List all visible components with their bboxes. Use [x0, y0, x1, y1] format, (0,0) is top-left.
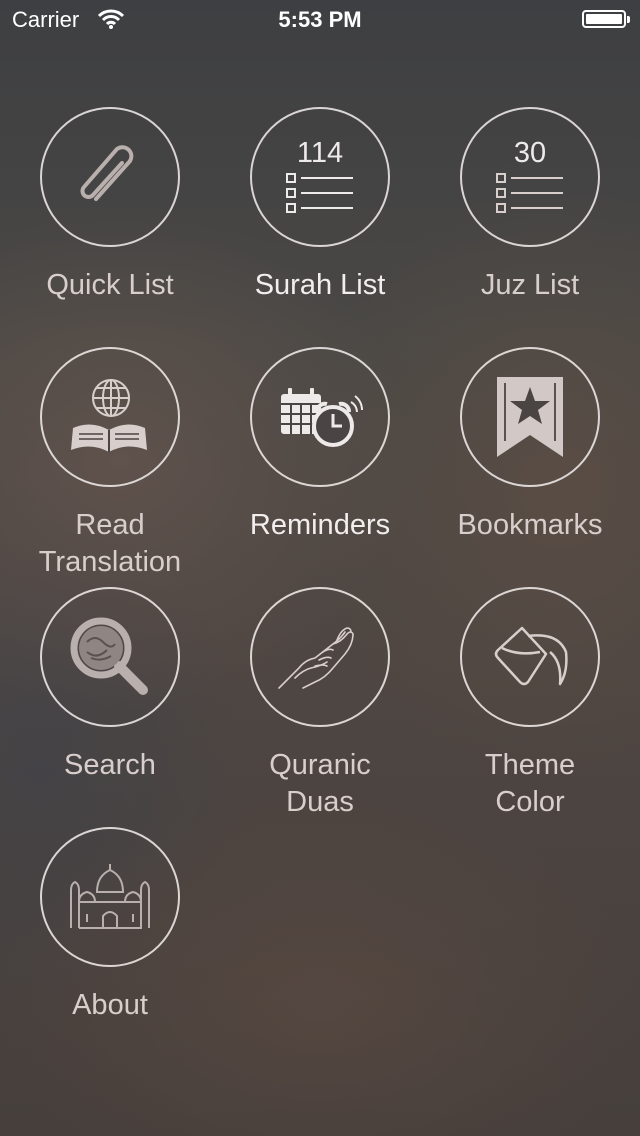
surah-list-button[interactable]: 114	[250, 107, 390, 247]
menu-surah-list[interactable]: 114 Surah List	[215, 107, 425, 304]
menu-juz-list[interactable]: 30 Juz List	[425, 107, 635, 304]
menu-bookmarks[interactable]: Bookmarks	[425, 347, 635, 544]
search-button[interactable]	[40, 587, 180, 727]
menu-label: Bookmarks	[457, 509, 603, 541]
juz-count: 30	[513, 137, 547, 169]
menu-label: Theme Color	[484, 749, 576, 818]
status-time: 5:53 PM	[278, 7, 362, 32]
menu-label: Read Translation	[38, 509, 182, 578]
paperclip-icon	[80, 145, 134, 201]
read-translation-button[interactable]	[40, 347, 180, 487]
list-icon	[496, 173, 563, 213]
menu-quick-list[interactable]: Quick List	[5, 107, 215, 304]
menu-read-translation[interactable]: Read Translation	[5, 347, 215, 581]
paint-bucket-icon	[494, 626, 568, 686]
menu-about[interactable]: About	[5, 827, 215, 1024]
praying-hands-icon	[278, 627, 354, 689]
globe-book-icon	[71, 379, 147, 452]
menu-label: About	[72, 989, 148, 1021]
menu-quranic-duas[interactable]: Quranic Duas	[215, 587, 425, 821]
menu-label: Search	[64, 749, 156, 781]
surah-count: 114	[296, 137, 344, 169]
theme-color-button[interactable]	[460, 587, 600, 727]
magnifier-icon	[70, 617, 148, 695]
menu-reminders[interactable]: Reminders	[215, 347, 425, 544]
juz-list-button[interactable]: 30	[460, 107, 600, 247]
menu-label: Juz List	[480, 269, 580, 301]
menu-search[interactable]: Search	[5, 587, 215, 784]
reminders-button[interactable]	[250, 347, 390, 487]
menu-theme-color[interactable]: Theme Color	[425, 587, 635, 821]
mosque-icon	[70, 864, 150, 929]
list-icon	[286, 173, 353, 213]
about-button[interactable]	[40, 827, 180, 967]
quranic-duas-button[interactable]	[250, 587, 390, 727]
menu-label: Reminders	[249, 509, 391, 541]
bookmark-star-icon	[497, 377, 563, 457]
menu-label: Quick List	[46, 269, 174, 301]
battery-icon	[582, 10, 630, 28]
menu-label: Surah List	[254, 269, 386, 301]
calendar-alarm-icon	[281, 388, 363, 447]
status-bar: Carrier 5:53 PM	[0, 0, 640, 40]
bookmarks-button[interactable]	[460, 347, 600, 487]
quick-list-button[interactable]	[40, 107, 180, 247]
menu-label: Quranic Duas	[269, 749, 371, 818]
